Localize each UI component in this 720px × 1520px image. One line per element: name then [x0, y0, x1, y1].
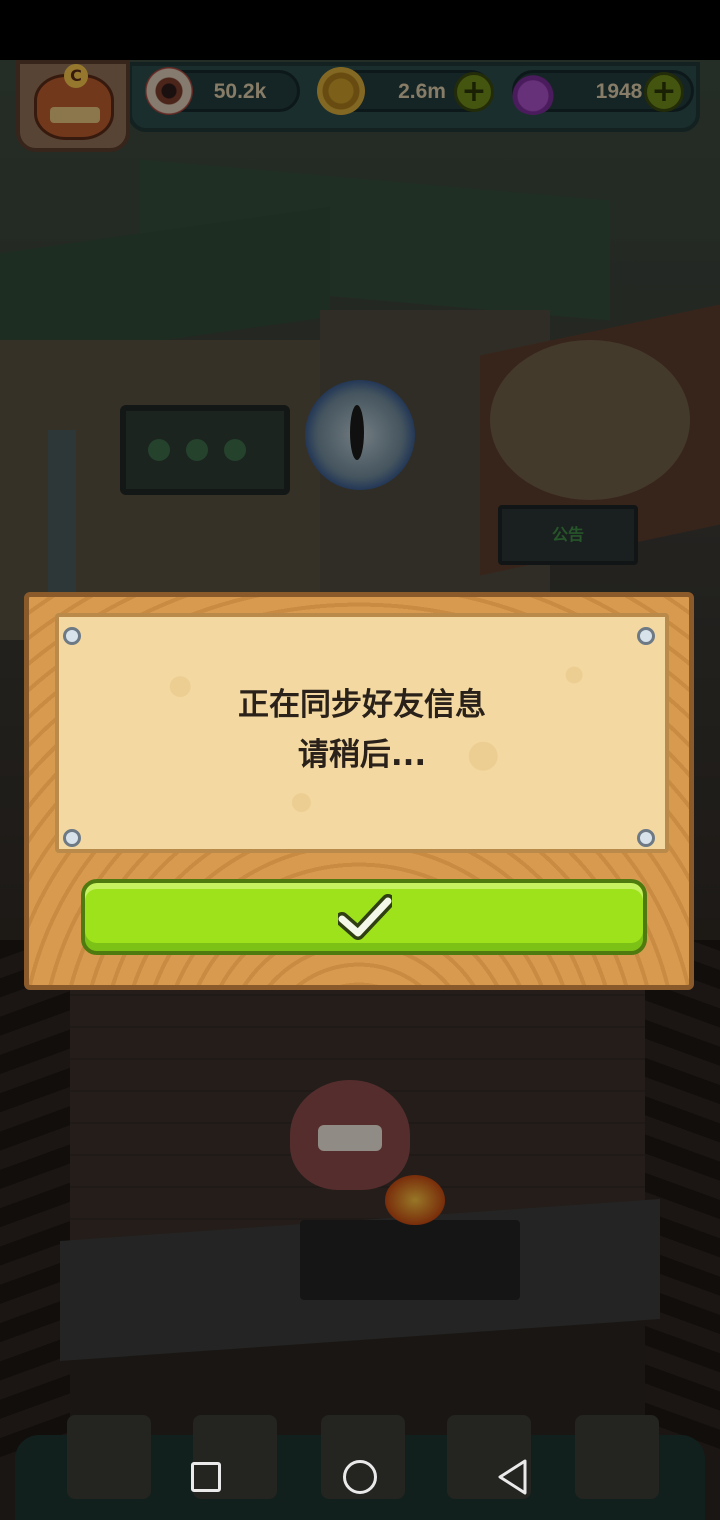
recent-apps-icon[interactable]: [191, 1462, 221, 1492]
rivet-icon: [63, 627, 81, 645]
dialog-submessage: 请稍后...: [297, 737, 427, 773]
android-nav-bar: [0, 1440, 720, 1520]
dialog-message: 正在同步好友信息: [238, 687, 486, 723]
status-bar: [0, 0, 720, 60]
back-icon[interactable]: [496, 1458, 528, 1496]
checkmark-icon: [338, 894, 392, 940]
home-icon[interactable]: [343, 1460, 377, 1494]
rivet-icon: [637, 829, 655, 847]
confirm-button[interactable]: [81, 879, 647, 955]
sync-dialog: 正在同步好友信息 请稍后...: [24, 592, 694, 990]
rivet-icon: [637, 627, 655, 645]
rivet-icon: [63, 829, 81, 847]
